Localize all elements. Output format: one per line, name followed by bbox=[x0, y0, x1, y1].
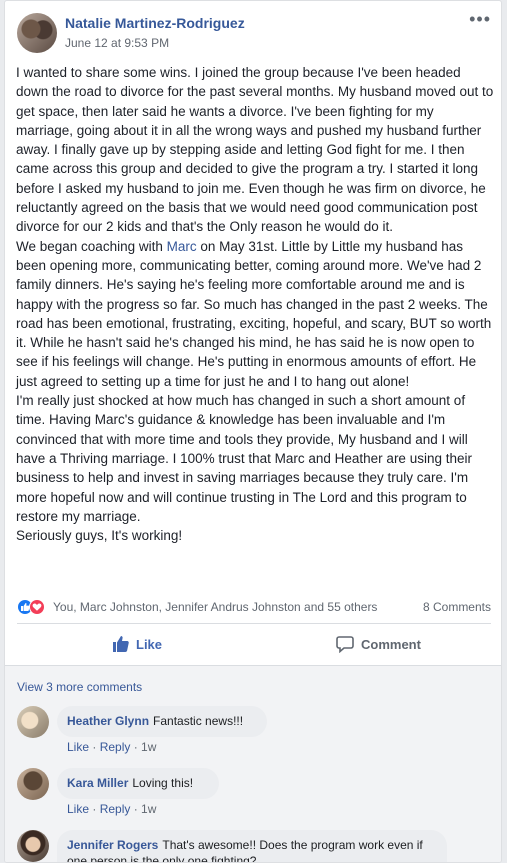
comment-like-link[interactable]: Like bbox=[67, 740, 89, 754]
reactions-bar: You, Marc Johnston, Jennifer Andrus John… bbox=[17, 597, 491, 617]
reaction-names[interactable]: You, Marc Johnston, Jennifer Andrus John… bbox=[53, 600, 377, 614]
comment-time[interactable]: 1w bbox=[141, 802, 156, 816]
comment-reply-link[interactable]: Reply bbox=[100, 802, 131, 816]
comment-text: Fantastic news!!! bbox=[153, 714, 244, 728]
commenter-avatar[interactable] bbox=[17, 706, 49, 738]
comment-text: Loving this! bbox=[132, 776, 194, 790]
commenter-avatar[interactable] bbox=[17, 830, 49, 862]
text-fragment: We began coaching with bbox=[16, 238, 167, 254]
comments-section: View 3 more comments Heather Glynn Fantas… bbox=[5, 665, 501, 862]
view-more-label: View 3 more comments bbox=[17, 680, 143, 694]
thumbs-up-icon bbox=[112, 635, 130, 656]
comment-button[interactable]: Comment bbox=[254, 627, 491, 661]
text-fragment: on May 31st. Little by Little my husband… bbox=[16, 238, 492, 389]
comment-bubble: Jennifer Rogers That's awesome!! Does the… bbox=[57, 830, 447, 862]
like-label: Like bbox=[136, 637, 163, 652]
mention-link[interactable]: Marc bbox=[167, 239, 197, 254]
more-options-icon[interactable]: ••• bbox=[469, 10, 491, 28]
comment-time[interactable]: 1w bbox=[141, 740, 156, 754]
love-reaction-icon[interactable] bbox=[29, 599, 45, 615]
commenter-name[interactable]: Jennifer Rogers bbox=[67, 838, 158, 852]
comment-like-link[interactable]: Like bbox=[67, 802, 89, 816]
comment-icon bbox=[336, 635, 354, 656]
author-avatar[interactable] bbox=[17, 13, 57, 53]
author-name[interactable]: Natalie Martinez-Rodriguez bbox=[65, 15, 245, 31]
commenter-avatar[interactable] bbox=[17, 768, 49, 800]
comment-label: Comment bbox=[361, 637, 421, 652]
post-paragraph: I wanted to share some wins. I joined th… bbox=[16, 65, 494, 235]
divider bbox=[17, 623, 491, 624]
comment-reply-link[interactable]: Reply bbox=[100, 740, 131, 754]
comment-bubble: Kara Miller Loving this! bbox=[57, 768, 219, 799]
view-more-comments-link[interactable]: View 3 more comments bbox=[17, 680, 142, 694]
post-actions: Like Comment bbox=[17, 627, 491, 661]
commenter-name[interactable]: Heather Glynn bbox=[67, 714, 149, 728]
post-card: Natalie Martinez-Rodriguez June 12 at 9:… bbox=[4, 0, 502, 863]
comments-count[interactable]: 8 Comments bbox=[423, 600, 491, 614]
like-button[interactable]: Like bbox=[17, 627, 254, 661]
post-header: Natalie Martinez-Rodriguez June 12 at 9:… bbox=[17, 10, 491, 57]
post-body: I wanted to share some wins. I joined th… bbox=[16, 63, 494, 545]
post-timestamp[interactable]: June 12 at 9:53 PM bbox=[65, 36, 169, 50]
comment-actions: Like · Reply · 1w bbox=[67, 740, 157, 754]
post-paragraph: I'm really just shocked at how much has … bbox=[16, 393, 472, 524]
comment-actions: Like · Reply · 1w bbox=[67, 802, 157, 816]
comment-bubble: Heather Glynn Fantastic news!!! bbox=[57, 706, 267, 737]
commenter-name[interactable]: Kara Miller bbox=[67, 776, 128, 790]
post-paragraph: We began coaching with Marc on May 31st.… bbox=[16, 237, 494, 391]
post-paragraph: Seriously guys, It's working! bbox=[16, 528, 183, 544]
